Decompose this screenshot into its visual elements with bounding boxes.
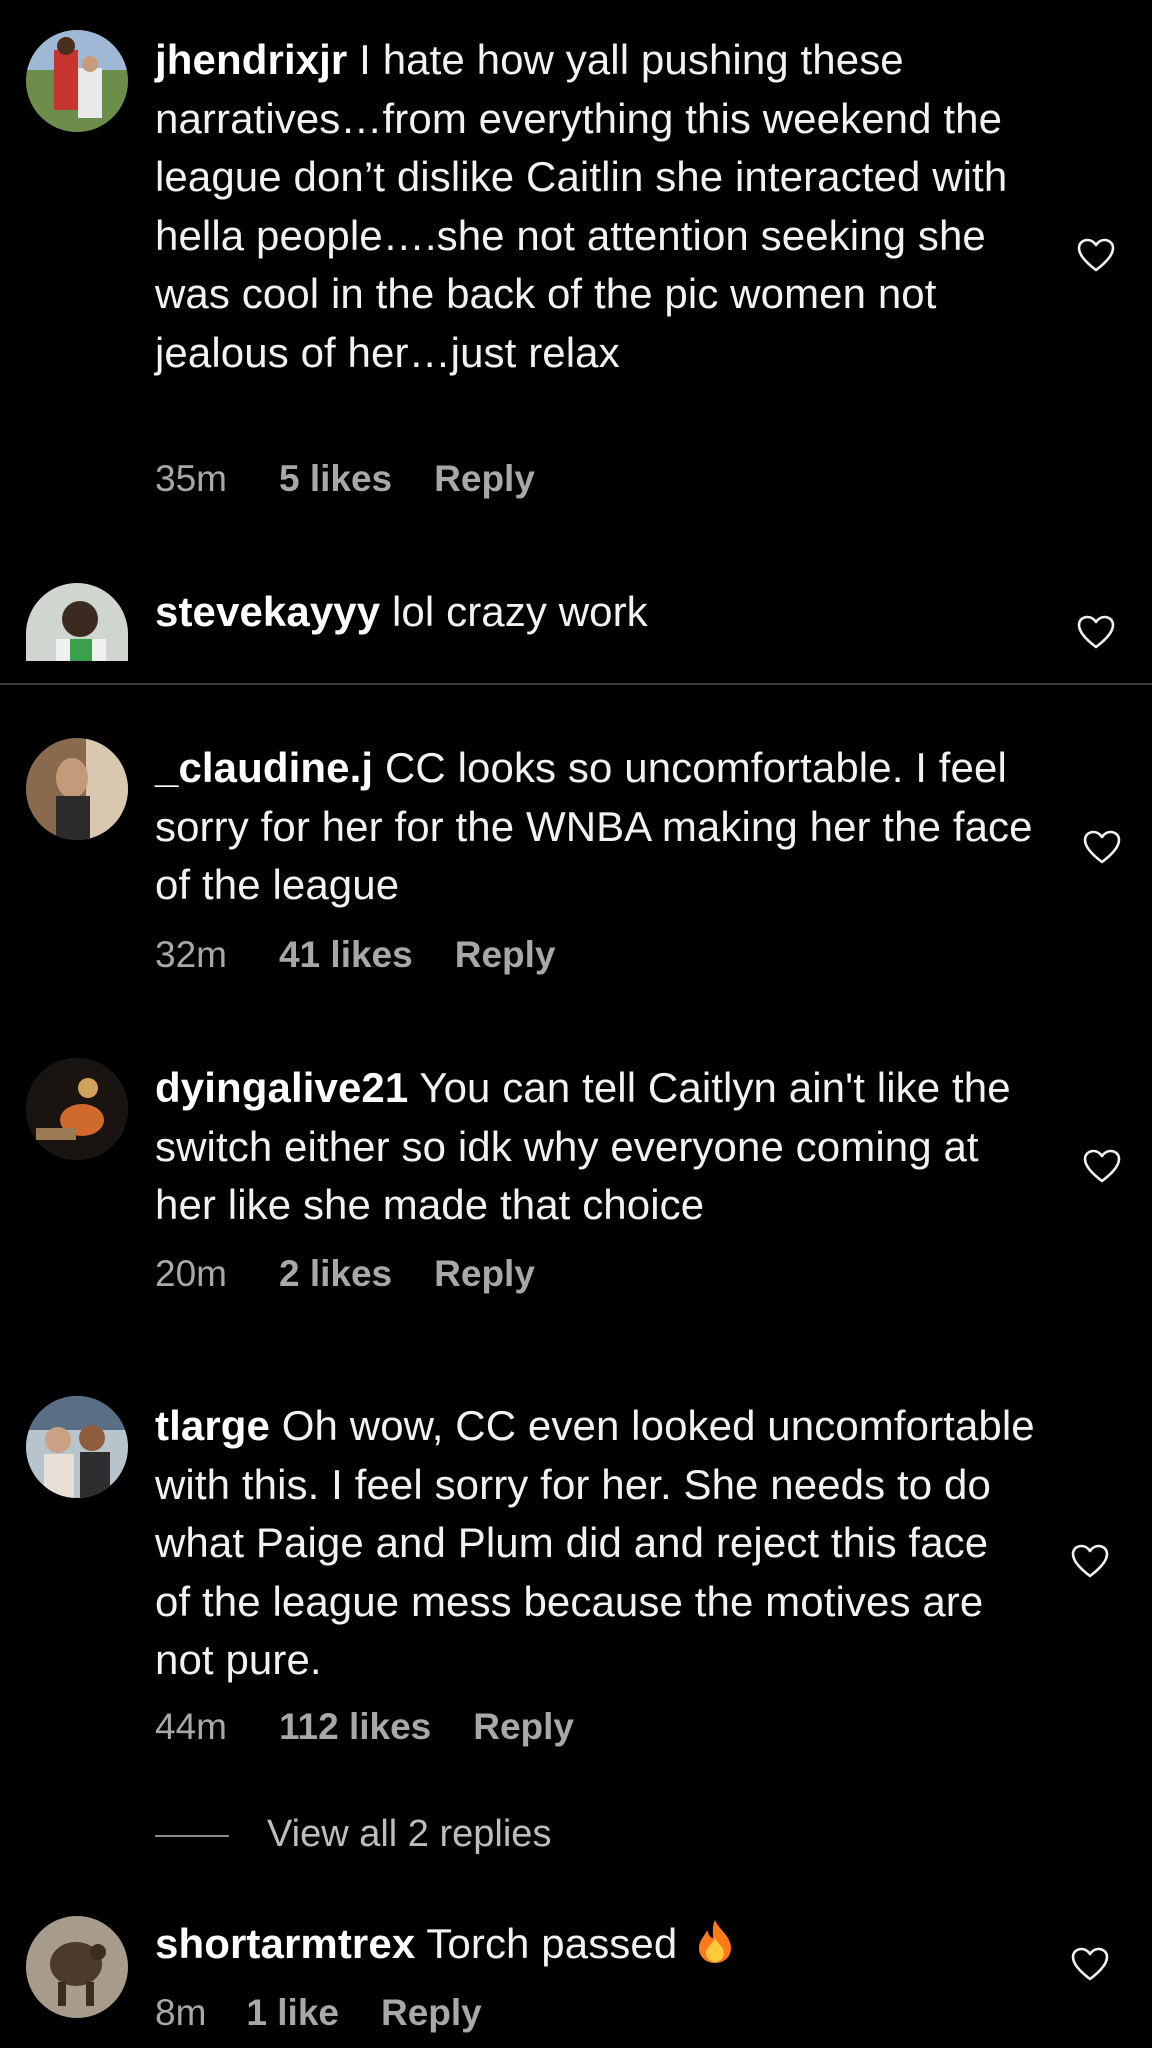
avatar-image [26,30,128,132]
comment-likes[interactable]: 112 likes [279,1706,431,1748]
view-replies-label: View all 2 replies [267,1813,552,1855]
comment-body: _claudine.j CC looks so uncomfortable. I… [155,739,1035,915]
reply-button[interactable]: Reply [434,1253,535,1295]
comment-username[interactable]: _claudine.j [155,744,373,791]
avatar-image [26,1058,128,1160]
heart-outline-icon[interactable] [1082,1148,1122,1184]
comment-body: jhendrixjr I hate how yall pushing these… [155,31,1035,382]
reply-button[interactable]: Reply [473,1706,574,1748]
heart-outline-icon[interactable] [1082,829,1122,865]
comment-username[interactable]: stevekayyy [155,588,380,635]
comment-meta: 44m 112 likes Reply [155,1706,574,1748]
comment-time: 32m [155,934,227,975]
comment-meta: 35m 5 likes Reply [155,458,535,500]
comment-body: shortarmtrex Torch passed [155,1915,1035,1974]
comment-body: stevekayyy lol crazy work [155,583,1035,642]
heart-outline-icon[interactable] [1070,1946,1110,1982]
comment-username[interactable]: jhendrixjr [155,36,347,83]
avatar[interactable] [26,1058,128,1160]
comment-time: 8m [155,1992,207,2033]
reply-button[interactable]: Reply [455,934,556,976]
avatar[interactable] [26,738,128,840]
comment-body: tlarge Oh wow, CC even looked uncomforta… [155,1397,1035,1690]
view-replies-button[interactable]: View all 2 replies [155,1813,551,1857]
comment-username[interactable]: shortarmtrex [155,1920,415,1967]
divider [0,683,1152,685]
avatar[interactable] [26,583,128,661]
comment-meta: 32m 41 likes Reply [155,934,555,976]
comment-time: 35m [155,458,227,499]
avatar-image [26,1916,128,2018]
avatar[interactable] [26,1916,128,2018]
comment-meta: 20m 2 likes Reply [155,1253,535,1295]
avatar-image [26,1396,128,1498]
comment-text: Oh wow, CC even looked uncomfortable wit… [155,1402,1035,1683]
avatar[interactable] [26,1396,128,1498]
heart-outline-icon[interactable] [1070,1543,1110,1579]
reply-button[interactable]: Reply [434,458,535,500]
comment-time: 44m [155,1706,227,1747]
comment-likes[interactable]: 1 like [246,1992,339,2034]
comment-username[interactable]: tlarge [155,1402,270,1449]
reply-button[interactable]: Reply [381,1992,482,2034]
replies-line [155,1834,229,1837]
heart-outline-icon[interactable] [1076,614,1116,650]
comment-body: dyingalive21 You can tell Caitlyn ain't … [155,1059,1035,1235]
comment-time: 20m [155,1253,227,1294]
avatar-image [26,738,128,840]
comment-text: Torch passed [426,1920,678,1967]
comment-text: I hate how yall pushing these narratives… [155,36,1008,376]
avatar-image [26,583,128,661]
avatar[interactable] [26,30,128,132]
comment-username[interactable]: dyingalive21 [155,1064,408,1111]
comment-likes[interactable]: 2 likes [279,1253,392,1295]
fire-emoji [695,1915,735,1974]
heart-outline-icon[interactable] [1076,237,1116,273]
comment-likes[interactable]: 5 likes [279,458,392,500]
comment-meta: 8m 1 like Reply [155,1992,482,2034]
comment-likes[interactable]: 41 likes [279,934,413,976]
comment-text: lol crazy work [392,588,648,635]
